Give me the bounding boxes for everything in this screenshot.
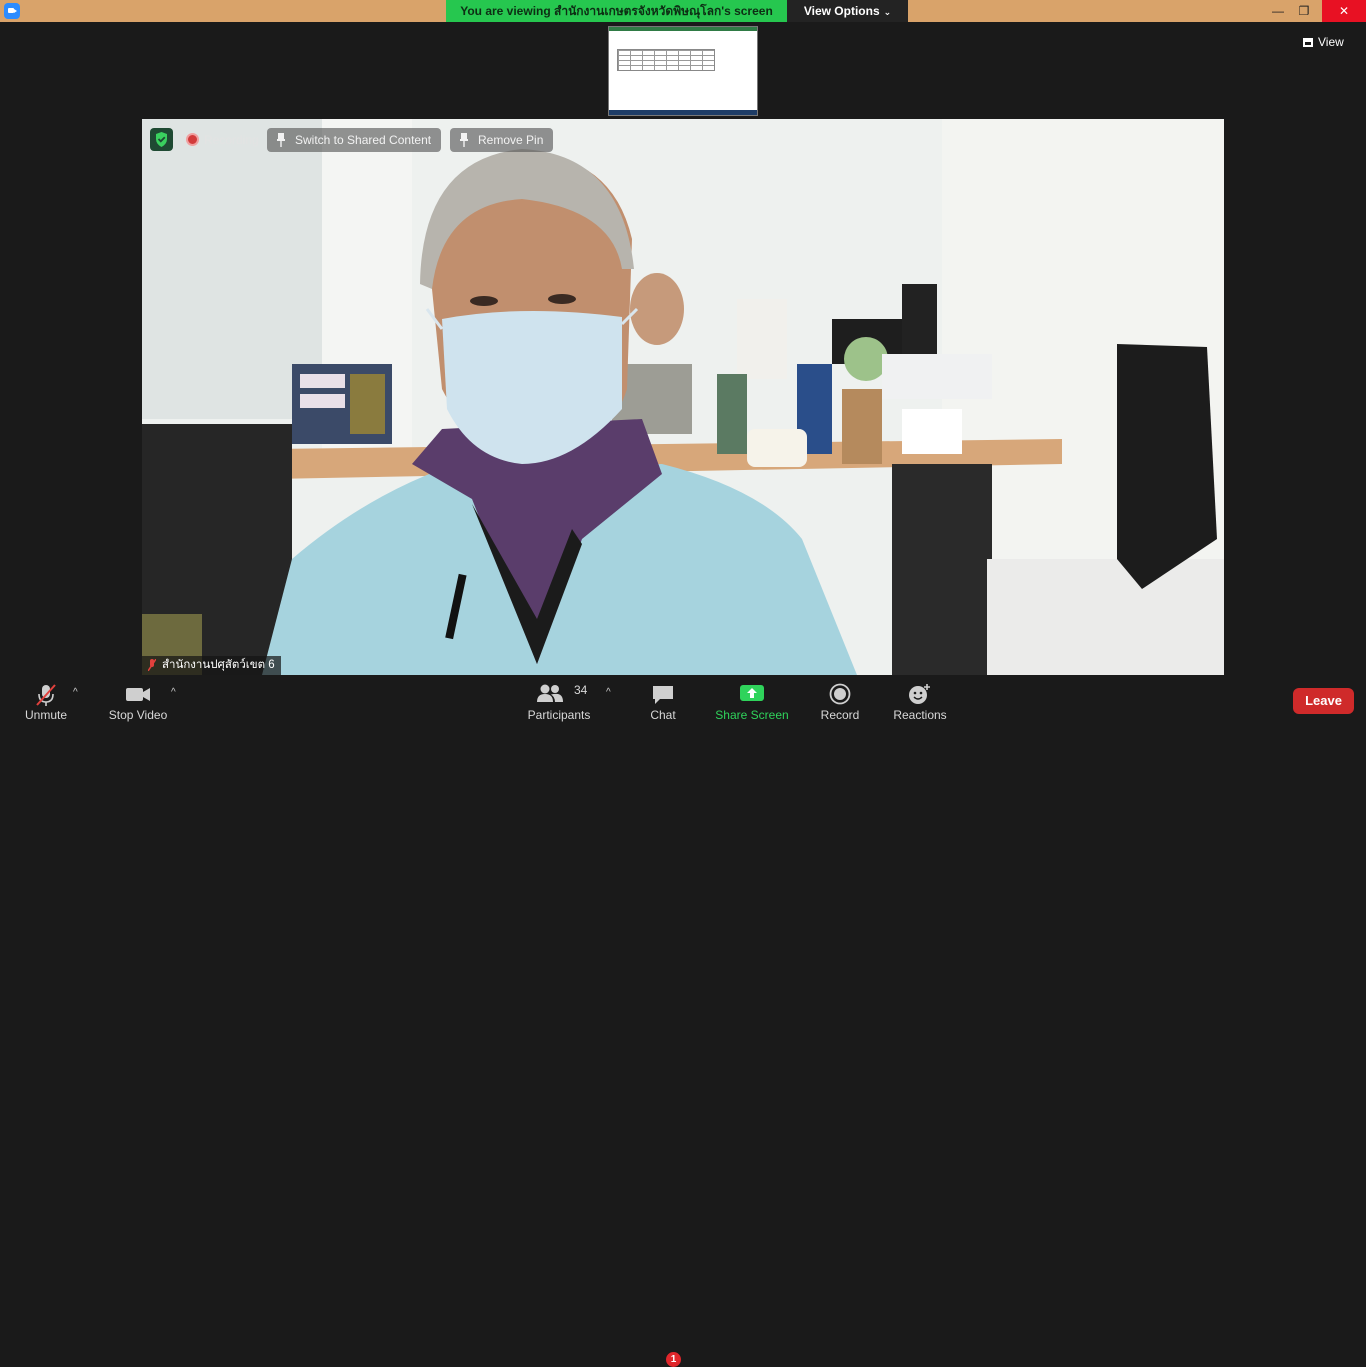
stop-video-button[interactable]: Stop Video xyxy=(104,680,172,726)
title-bar: You are viewing สำนักงานเกษตรจังหวัดพิษณ… xyxy=(0,0,1366,22)
chat-button[interactable]: Chat xyxy=(642,680,684,726)
muted-mic-icon xyxy=(36,684,56,706)
reactions-button[interactable]: Reactions xyxy=(889,680,951,726)
zoom-app-icon xyxy=(4,3,20,19)
viewing-banner: You are viewing สำนักงานเกษตรจังหวัดพิษณ… xyxy=(446,0,787,22)
meeting-toolbar: Unmute ^ Stop Video ^ Participants 34 ^ … xyxy=(0,675,1366,1367)
participants-options-caret-icon[interactable]: ^ xyxy=(606,687,611,698)
switch-to-shared-content-button[interactable]: Switch to Shared Content xyxy=(267,128,442,152)
thumbnail-taskbar xyxy=(609,110,757,115)
stop-video-label: Stop Video xyxy=(108,708,168,722)
thumbnail-spreadsheet xyxy=(617,49,715,71)
view-options-label: View Options xyxy=(803,4,880,18)
reactions-smiley-icon xyxy=(909,684,930,704)
share-screen-label: Share Screen xyxy=(715,708,789,722)
video-feed xyxy=(142,119,1224,675)
grid-view-icon xyxy=(1303,38,1313,47)
record-button[interactable]: Record xyxy=(814,680,866,726)
recording-label: Recording xyxy=(204,133,259,147)
switch-to-shared-content-label: Switch to Shared Content xyxy=(295,133,432,147)
security-shield-icon[interactable] xyxy=(150,128,173,151)
recording-dot-icon xyxy=(186,133,199,146)
thumbnail-toolbar xyxy=(609,27,757,31)
view-button-label: View xyxy=(1318,35,1344,49)
participants-count: 34 xyxy=(574,683,588,697)
view-options-button[interactable]: View Options ⌄ xyxy=(787,0,908,22)
audio-options-caret-icon[interactable]: ^ xyxy=(73,687,78,698)
close-button[interactable]: ✕ xyxy=(1322,0,1366,22)
participant-name-tag: สำนักงานปศุสัตว์เขต 6 xyxy=(142,656,281,675)
unmute-label: Unmute xyxy=(24,708,68,722)
participants-label: Participants xyxy=(527,708,591,722)
participants-icon xyxy=(537,684,563,702)
chat-unread-badge: 1 xyxy=(666,1352,681,1367)
participant-name: สำนักงานปศุสัตว์เขต 6 xyxy=(162,659,275,671)
chat-icon xyxy=(653,686,673,704)
video-camera-icon xyxy=(126,688,150,701)
chat-label: Chat xyxy=(650,708,676,722)
record-icon xyxy=(829,683,851,705)
muted-mic-icon xyxy=(148,659,156,671)
remove-pin-button[interactable]: Remove Pin xyxy=(450,128,554,152)
shared-screen-thumbnail[interactable] xyxy=(608,26,758,116)
pin-icon xyxy=(460,133,468,147)
main-video: Recording Switch to Shared Content Remov… xyxy=(142,119,1224,675)
restore-button[interactable]: ❐ xyxy=(1289,0,1319,22)
share-screen-icon xyxy=(740,685,764,701)
video-options-caret-icon[interactable]: ^ xyxy=(171,687,176,698)
view-button[interactable]: View xyxy=(1303,32,1344,52)
pin-icon xyxy=(277,133,285,147)
record-label: Record xyxy=(820,708,860,722)
recording-indicator: Recording xyxy=(186,128,259,152)
remove-pin-label: Remove Pin xyxy=(478,133,544,147)
chevron-down-icon: ⌄ xyxy=(883,7,892,17)
unmute-button[interactable]: Unmute xyxy=(18,680,74,726)
leave-button[interactable]: Leave xyxy=(1293,688,1354,714)
reactions-label: Reactions xyxy=(893,708,947,722)
share-screen-button[interactable]: Share Screen xyxy=(712,680,792,726)
